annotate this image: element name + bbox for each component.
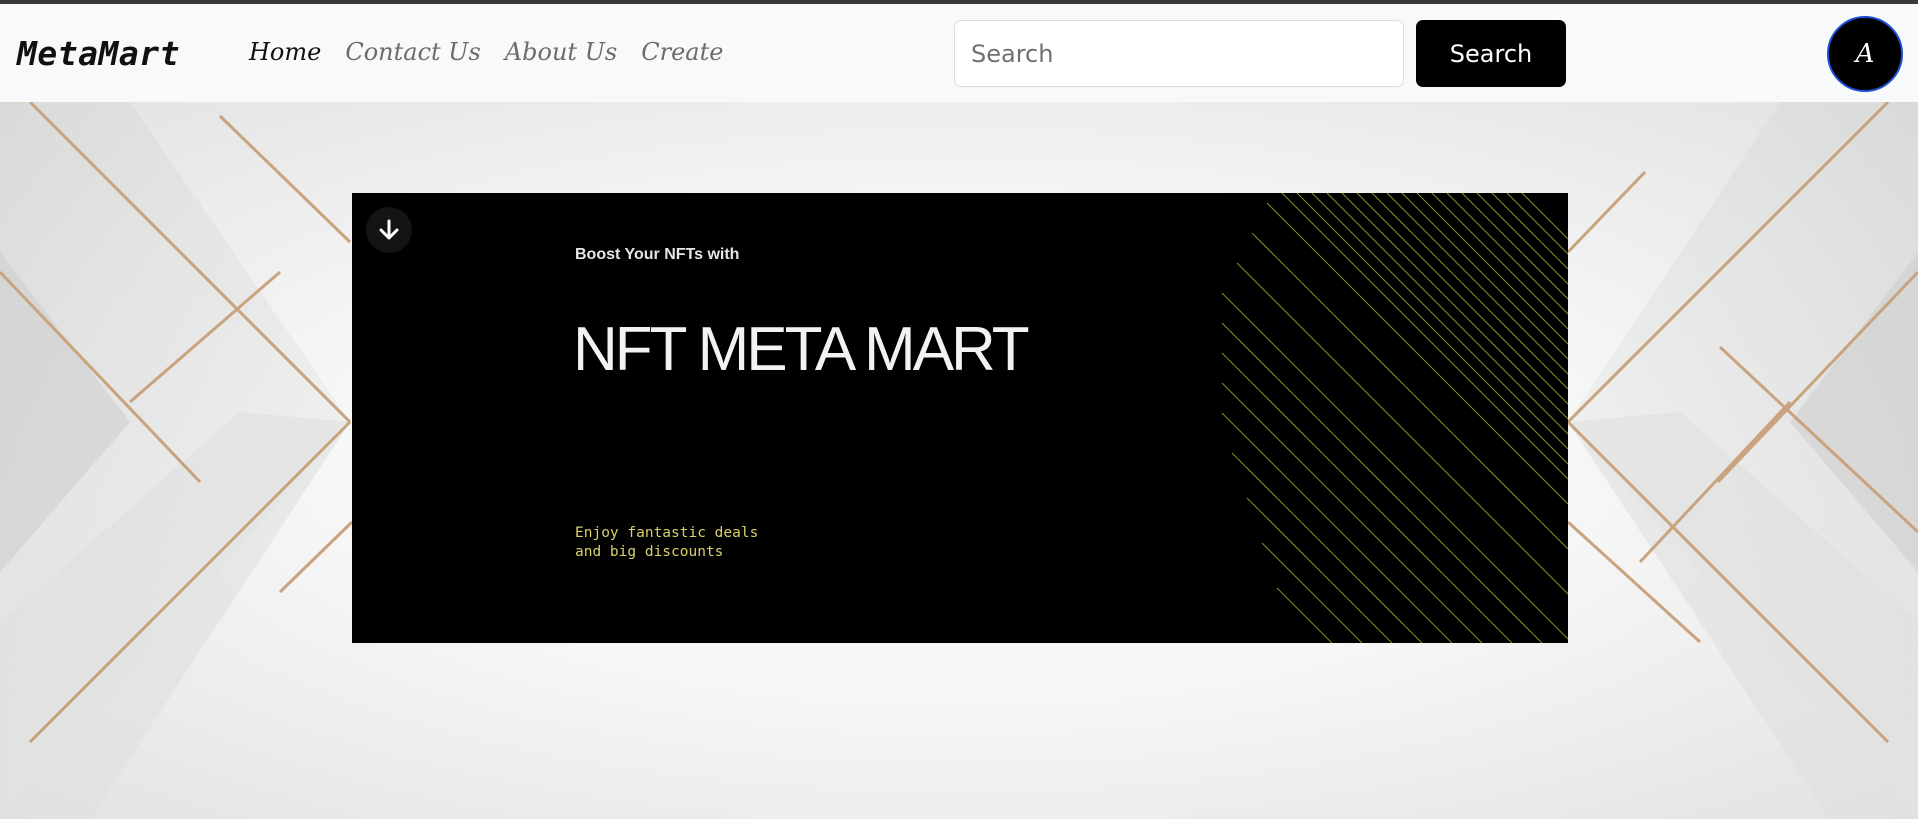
nav-link-home[interactable]: Home bbox=[249, 38, 321, 66]
deals-line-2: and big discounts bbox=[575, 544, 724, 560]
deals-line-1: Enjoy fantastic deals bbox=[575, 525, 759, 541]
hero-banner: Boost Your NFTs with NFT META MART Enjoy… bbox=[352, 193, 1568, 643]
brand-logo[interactable]: MetaMart bbox=[17, 34, 180, 73]
arrow-down-icon bbox=[379, 219, 399, 240]
banner-headline: NFT META MART bbox=[573, 315, 1030, 384]
nav-link-create[interactable]: Create bbox=[641, 38, 723, 66]
banner-deals-text: Enjoy fantastic deals and big discounts bbox=[575, 524, 758, 562]
search-button[interactable]: Search bbox=[1416, 20, 1566, 87]
decorative-line-pattern bbox=[1221, 193, 1568, 643]
nav-link-about-us[interactable]: About Us bbox=[505, 38, 617, 66]
nav-links: Home Contact Us About Us Create bbox=[249, 38, 723, 66]
nav-link-contact-us[interactable]: Contact Us bbox=[345, 38, 480, 66]
navbar: MetaMart Home Contact Us About Us Create… bbox=[0, 4, 1918, 102]
search-input[interactable] bbox=[954, 20, 1404, 87]
banner-tagline: Boost Your NFTs with bbox=[575, 246, 740, 263]
avatar[interactable]: A bbox=[1827, 16, 1903, 92]
scroll-down-button[interactable] bbox=[366, 207, 412, 253]
